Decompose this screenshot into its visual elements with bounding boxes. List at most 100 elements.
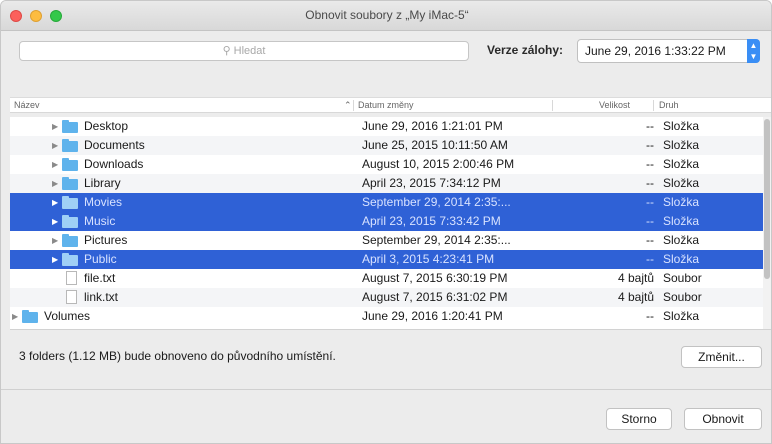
row-size: 4 bajtů [617, 271, 654, 285]
row-name: link.txt [84, 290, 119, 304]
window-title: Obnovit soubory z „My iMac-5“ [305, 8, 469, 22]
row-name: Library [84, 176, 121, 190]
row-size: -- [646, 309, 654, 323]
row-size: -- [646, 252, 654, 266]
row-name: Pictures [84, 233, 128, 247]
table-row[interactable]: ▶ Volumes June 29, 2016 1:20:41 PM -- Sl… [10, 307, 763, 326]
cancel-button[interactable]: Storno [606, 408, 672, 430]
column-divider [552, 100, 553, 111]
row-size: -- [646, 176, 654, 190]
row-date: April 3, 2015 4:23:41 PM [362, 252, 495, 266]
row-kind: Složka [663, 309, 700, 323]
row-kind: Složka [663, 138, 700, 152]
folder-icon [62, 215, 78, 228]
row-kind: Složka [663, 119, 700, 133]
row-name: Volumes [44, 309, 91, 323]
document-icon [66, 271, 77, 285]
table-bottom-border [10, 329, 771, 330]
row-date: April 23, 2015 7:33:42 PM [362, 214, 501, 228]
chevron-updown-icon: ▲ ▼ [747, 39, 760, 63]
row-date: September 29, 2014 2:35:... [362, 195, 511, 209]
row-name: file.txt [84, 271, 116, 285]
row-size: -- [646, 119, 654, 133]
disclosure-triangle-icon[interactable]: ▶ [52, 155, 58, 174]
table-row[interactable]: ▶ Downloads August 10, 2015 2:00:46 PM -… [10, 155, 763, 174]
row-date: June 25, 2015 10:11:50 AM [362, 138, 508, 152]
table-row[interactable]: ▶ Library April 23, 2015 7:34:12 PM -- S… [10, 174, 763, 193]
folder-icon [62, 158, 78, 171]
row-size: -- [646, 214, 654, 228]
row-name: Documents [84, 138, 145, 152]
backup-version-select[interactable]: June 29, 2016 1:33:22 PM ▲ ▼ [577, 39, 760, 63]
file-list: ▶ Desktop June 29, 2016 1:21:01 PM -- Sl… [10, 117, 763, 329]
disclosure-triangle-icon[interactable]: ▶ [52, 250, 58, 269]
row-size: -- [646, 138, 654, 152]
sort-ascending-icon: ⌃ [344, 100, 352, 110]
row-name: Desktop [84, 119, 129, 133]
title-bar: Obnovit soubory z „My iMac-5“ [1, 1, 771, 31]
row-size: 4 bajtů [617, 290, 654, 304]
folder-icon [62, 196, 78, 209]
table-row[interactable]: ▶ Pictures September 29, 2014 2:35:... -… [10, 231, 763, 250]
restore-dialog-window: Obnovit soubory z „My iMac-5“ ⚲ Hledat Ve… [0, 0, 772, 444]
row-date: April 23, 2015 7:34:12 PM [362, 176, 501, 190]
folder-icon [62, 139, 78, 152]
restore-button[interactable]: Obnovit [684, 408, 762, 430]
row-size: -- [646, 195, 654, 209]
row-name: Movies [84, 195, 123, 209]
table-row[interactable]: ▶ Documents June 25, 2015 10:11:50 AM --… [10, 136, 763, 155]
row-name: Music [84, 214, 116, 228]
disclosure-triangle-icon[interactable]: ▶ [52, 117, 58, 136]
column-divider [653, 100, 654, 111]
column-headers: Název ⌃ Datum změny Velikost Druh [10, 97, 771, 113]
restore-summary-text: 3 folders (1.12 MB) bude obnoveno do pův… [19, 349, 336, 363]
row-kind: Složka [663, 214, 700, 228]
search-placeholder: Hledat [233, 45, 266, 57]
folder-icon [62, 253, 78, 266]
table-row-selected[interactable]: ▶ Movies September 29, 2014 2:35:... -- … [10, 193, 763, 212]
column-header-kind[interactable]: Druh [659, 100, 679, 110]
disclosure-triangle-icon[interactable]: ▶ [52, 212, 58, 231]
row-size: -- [646, 157, 654, 171]
folder-icon [62, 234, 78, 247]
row-kind: Složka [663, 252, 700, 266]
scrollbar-thumb[interactable] [764, 119, 770, 279]
disclosure-triangle-icon[interactable]: ▶ [52, 136, 58, 155]
row-kind: Soubor [663, 290, 702, 304]
table-row-selected[interactable]: ▶ Music April 23, 2015 7:33:42 PM -- Slo… [10, 212, 763, 231]
disclosure-triangle-icon[interactable]: ▶ [52, 174, 58, 193]
backup-version-value: June 29, 2016 1:33:22 PM [585, 44, 726, 58]
disclosure-triangle-icon[interactable]: ▶ [52, 193, 58, 212]
column-header-name[interactable]: Název [14, 100, 40, 110]
row-date: June 29, 2016 1:21:01 PM [362, 119, 503, 133]
row-kind: Složka [663, 176, 700, 190]
folder-icon [62, 120, 78, 133]
table-row[interactable]: link.txt August 7, 2015 6:31:02 PM 4 baj… [10, 288, 763, 307]
table-row[interactable]: file.txt August 7, 2015 6:30:19 PM 4 baj… [10, 269, 763, 288]
column-divider [353, 100, 354, 111]
change-button[interactable]: Změnit... [681, 346, 762, 368]
row-kind: Složka [663, 157, 700, 171]
search-icon: ⚲ [222, 45, 231, 57]
folder-icon [22, 310, 38, 323]
row-date: August 7, 2015 6:31:02 PM [362, 290, 508, 304]
folder-icon [62, 177, 78, 190]
table-row-selected[interactable]: ▶ Public April 3, 2015 4:23:41 PM -- Slo… [10, 250, 763, 269]
row-date: June 29, 2016 1:20:41 PM [362, 309, 503, 323]
row-kind: Složka [663, 195, 700, 209]
vertical-scrollbar[interactable] [763, 117, 771, 329]
row-date: September 29, 2014 2:35:... [362, 233, 511, 247]
footer-divider [1, 389, 771, 390]
row-name: Public [84, 252, 117, 266]
disclosure-triangle-icon[interactable]: ▶ [12, 307, 18, 326]
table-row[interactable]: ▶ Desktop June 29, 2016 1:21:01 PM -- Sl… [10, 117, 763, 136]
column-header-size[interactable]: Velikost [599, 100, 630, 110]
column-header-date[interactable]: Datum změny [358, 100, 414, 110]
backup-version-label: Verze zálohy: [487, 43, 564, 57]
disclosure-triangle-icon[interactable]: ▶ [52, 231, 58, 250]
row-size: -- [646, 233, 654, 247]
row-kind: Soubor [663, 271, 702, 285]
row-date: August 7, 2015 6:30:19 PM [362, 271, 508, 285]
row-name: Downloads [84, 157, 144, 171]
search-input[interactable]: ⚲ Hledat [19, 41, 469, 61]
